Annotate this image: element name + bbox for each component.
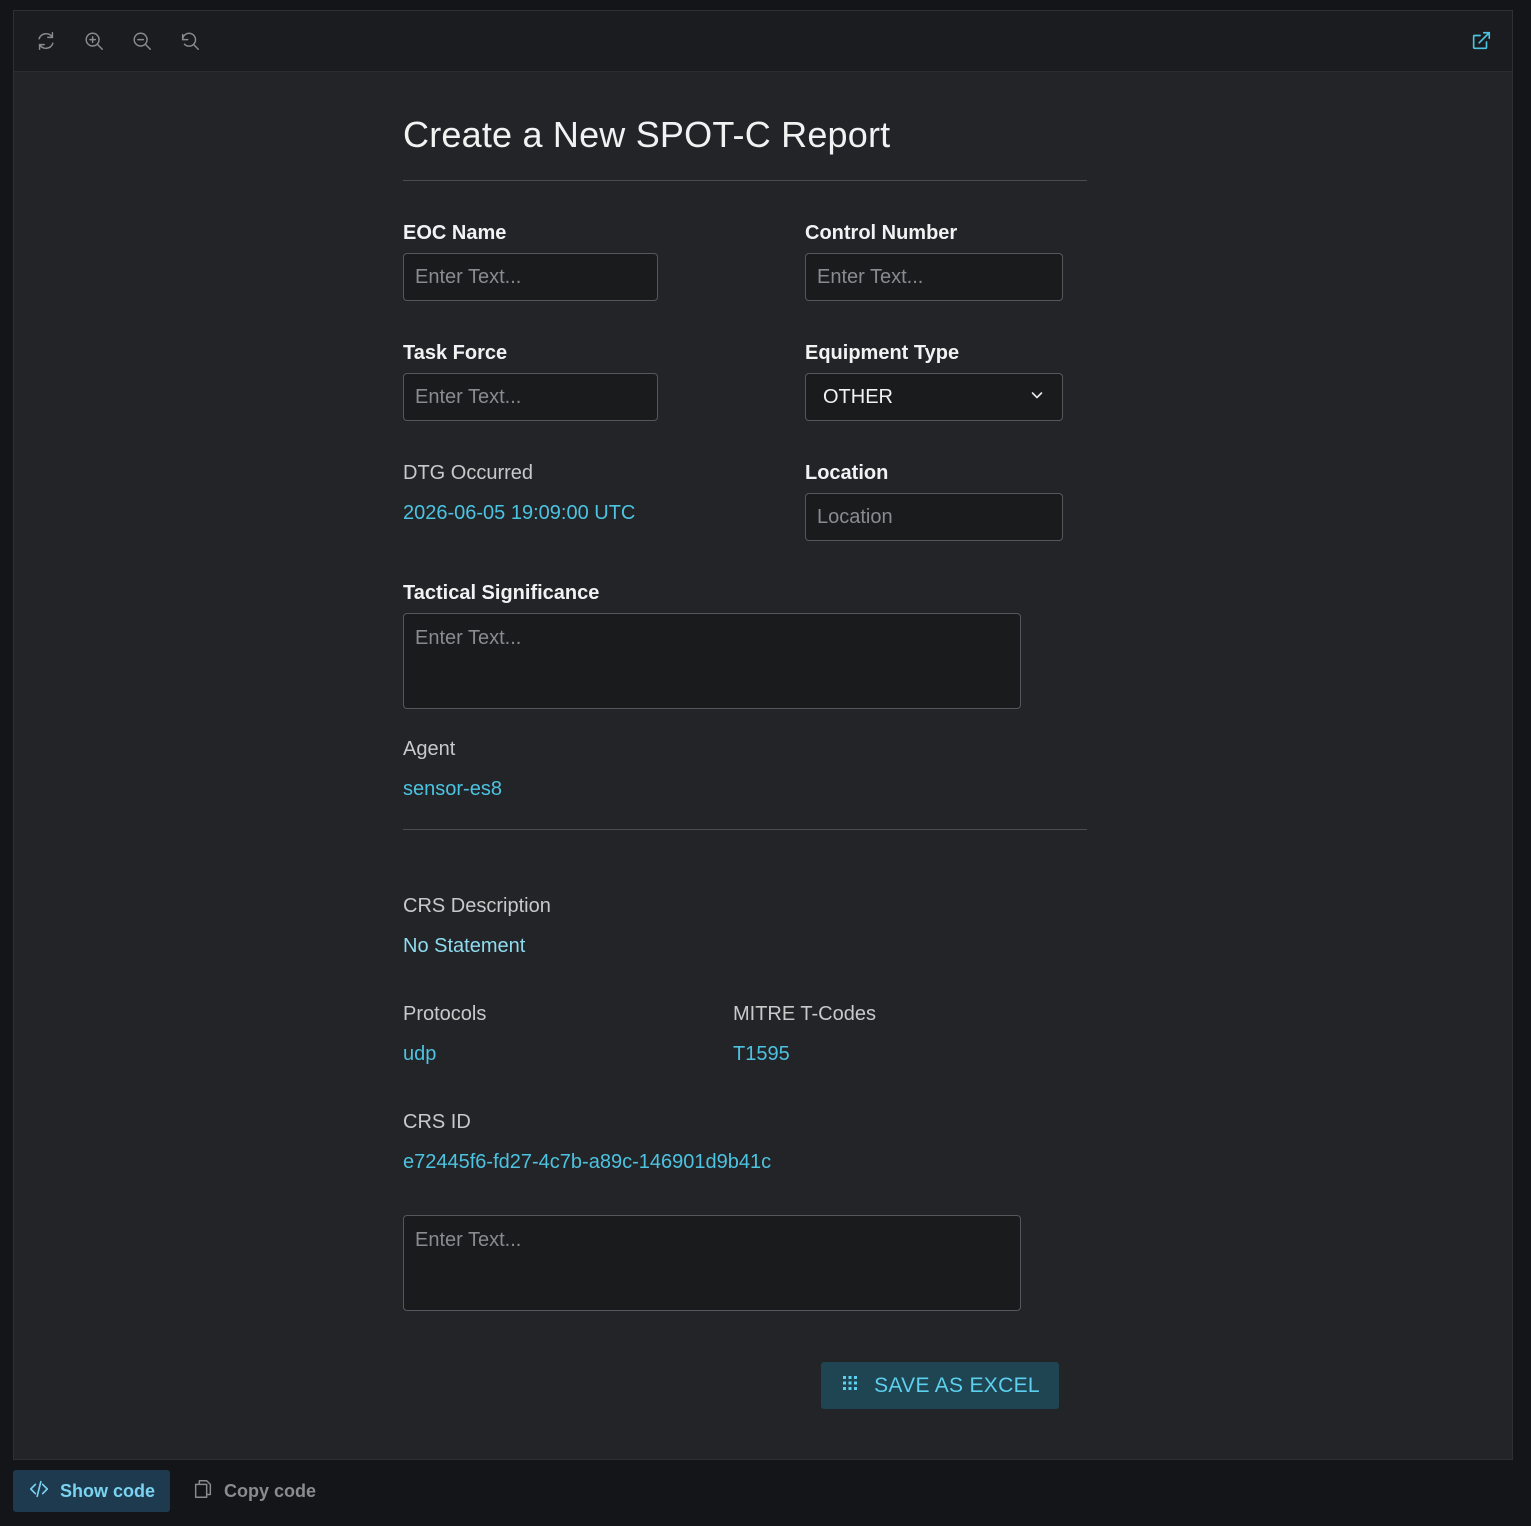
equipment-type-label: Equipment Type	[805, 342, 960, 364]
section-divider	[403, 829, 1087, 830]
reset-zoom-icon[interactable]	[178, 29, 202, 53]
title-divider	[403, 180, 1087, 181]
copy-code-label: Copy code	[224, 1480, 317, 1501]
zoom-out-icon[interactable]	[130, 29, 154, 53]
mitre-tcodes-label: MITRE T-Codes	[733, 1003, 876, 1025]
grid-icon	[840, 1373, 860, 1399]
open-external-icon[interactable]	[1469, 29, 1493, 53]
location-label: Location	[805, 462, 889, 484]
save-as-excel-button[interactable]: SAVE AS EXCEL	[821, 1362, 1059, 1409]
tactical-significance-label: Tactical Significance	[403, 582, 600, 604]
dtg-occurred-label: DTG Occurred	[403, 462, 534, 484]
control-number-input[interactable]	[805, 253, 1063, 301]
crs-description-label: CRS Description	[403, 895, 551, 917]
page-title: Create a New SPOT-C Report	[403, 114, 891, 155]
agent-label: Agent	[403, 738, 456, 760]
equipment-type-select[interactable]: OTHER	[805, 373, 1063, 421]
crs-id-label: CRS ID	[403, 1111, 471, 1133]
task-force-label: Task Force	[403, 342, 508, 364]
notes-textarea[interactable]	[403, 1215, 1021, 1311]
crs-id-value: e72445f6-fd27-4c7b-a89c-146901d9b41c	[403, 1151, 772, 1173]
dtg-occurred-value: 2026-06-05 19:09:00 UTC	[403, 502, 636, 524]
location-input[interactable]	[805, 493, 1063, 541]
show-code-button[interactable]: Show code	[13, 1470, 170, 1512]
eoc-name-label: EOC Name	[403, 222, 507, 244]
code-actions-bar: Show code Copy code	[0, 1462, 1531, 1526]
copy-icon	[192, 1478, 214, 1505]
save-as-excel-label: SAVE AS EXCEL	[874, 1373, 1040, 1397]
tactical-significance-textarea[interactable]	[403, 613, 1021, 709]
equipment-type-value: OTHER	[823, 385, 893, 408]
protocols-value: udp	[403, 1043, 437, 1065]
eoc-name-input[interactable]	[403, 253, 658, 301]
refresh-icon[interactable]	[34, 29, 58, 53]
show-code-label: Show code	[59, 1480, 155, 1501]
protocols-label: Protocols	[403, 1003, 487, 1025]
mitre-tcodes-value: T1595	[733, 1043, 790, 1065]
chevron-down-icon	[1029, 386, 1045, 409]
control-number-label: Control Number	[805, 222, 958, 244]
task-force-input[interactable]	[403, 373, 658, 421]
preview-toolbar	[14, 11, 1512, 72]
crs-description-value: No Statement	[403, 935, 526, 957]
copy-code-button[interactable]: Copy code	[192, 1470, 316, 1512]
zoom-in-icon[interactable]	[82, 29, 106, 53]
preview-frame: Create a New SPOT-C Report EOC Name Cont…	[13, 10, 1513, 1460]
code-icon	[28, 1478, 50, 1505]
agent-value: sensor-es8	[403, 778, 502, 800]
